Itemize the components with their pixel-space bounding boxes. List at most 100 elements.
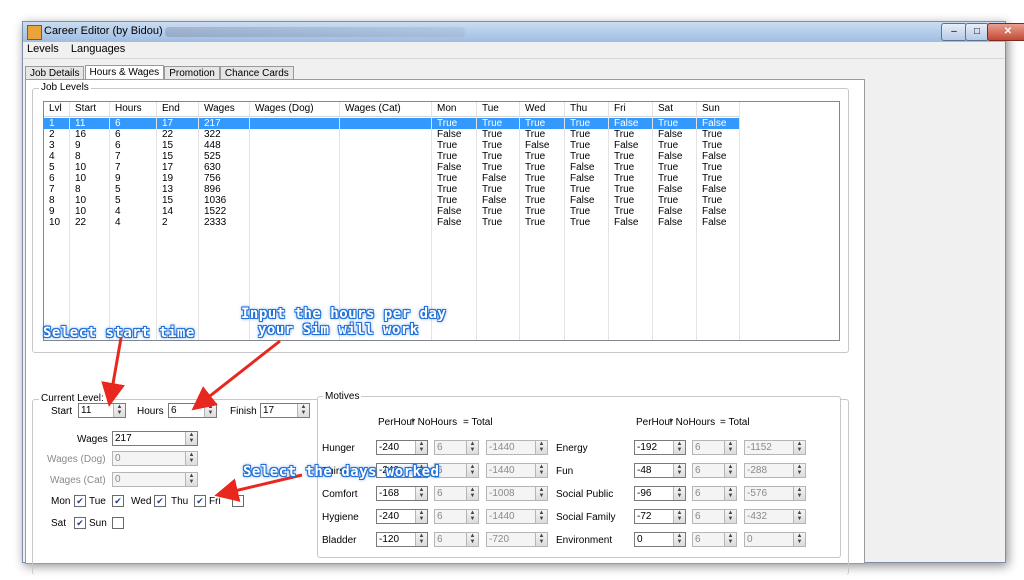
day-checkbox-fri[interactable] bbox=[232, 495, 244, 507]
grid-column-divider bbox=[476, 102, 477, 340]
day-checkbox-mon[interactable]: ✔ bbox=[74, 495, 86, 507]
spin-arrows-icon[interactable]: ▲ ▼ bbox=[673, 510, 685, 523]
table-row[interactable]: 4 8 7 15 525 True True True True True False False bbox=[44, 151, 740, 162]
table-cell bbox=[250, 217, 340, 228]
grid-header-fri[interactable]: Fri bbox=[609, 102, 653, 116]
grid-header-thu[interactable]: Thu bbox=[565, 102, 609, 116]
table-cell: False bbox=[432, 129, 477, 140]
table-cell: 4 bbox=[44, 151, 70, 162]
spin-arrows-icon: ▲ ▼ bbox=[793, 487, 805, 500]
start-spinner[interactable]: 11 ▲ ▼ bbox=[78, 403, 126, 418]
job-levels-legend: Job Levels bbox=[39, 82, 91, 93]
spin-arrows-icon[interactable]: ▲ ▼ bbox=[415, 487, 427, 500]
table-row[interactable]: 3 9 6 15 448 True True False True False True True bbox=[44, 140, 740, 151]
motive-perhour-spinner[interactable]: -96 ▲ ▼ bbox=[634, 486, 686, 501]
table-cell: True bbox=[477, 151, 520, 162]
menu-languages[interactable]: Languages bbox=[67, 42, 130, 55]
spin-arrows-icon[interactable]: ▲ ▼ bbox=[673, 487, 685, 500]
finish-spinner[interactable]: 17 ▲ ▼ bbox=[260, 403, 310, 418]
table-cell: 630 bbox=[199, 162, 250, 173]
grid-header-wages-cat-[interactable]: Wages (Cat) bbox=[340, 102, 432, 116]
close-button[interactable]: ✕ bbox=[987, 23, 1024, 41]
start-value: 11 bbox=[81, 405, 92, 416]
motive-perhour-spinner[interactable]: 0 ▲ ▼ bbox=[634, 532, 686, 547]
day-checkbox-tue[interactable]: ✔ bbox=[112, 495, 124, 507]
finish-label: Finish bbox=[230, 406, 257, 417]
motive-perhour-spinner[interactable]: -168 ▲ ▼ bbox=[376, 486, 428, 501]
table-cell: True bbox=[520, 162, 565, 173]
grid-header-wages-dog-[interactable]: Wages (Dog) bbox=[250, 102, 340, 116]
table-cell: 5 bbox=[44, 162, 70, 173]
motive-perhour-spinner[interactable]: -120 ▲ ▼ bbox=[376, 532, 428, 547]
table-cell: 10 bbox=[70, 162, 110, 173]
grid-header-wages[interactable]: Wages bbox=[199, 102, 250, 116]
table-row[interactable]: 5 10 7 17 630 False True True False True True True bbox=[44, 162, 740, 173]
grid-header-tue[interactable]: Tue bbox=[477, 102, 520, 116]
motive-perhour-spinner[interactable]: -240 ▲ ▼ bbox=[376, 440, 428, 455]
spin-arrows-icon: ▲ ▼ bbox=[793, 533, 805, 546]
grid-header-lvl[interactable]: Lvl bbox=[44, 102, 70, 116]
start-label: Start bbox=[51, 406, 73, 417]
start-spin-arrows-icon[interactable]: ▲ ▼ bbox=[113, 404, 125, 417]
grid-header-mon[interactable]: Mon bbox=[432, 102, 477, 116]
spin-arrows-icon[interactable]: ▲ ▼ bbox=[673, 533, 685, 546]
day-checkbox-sun[interactable] bbox=[112, 517, 124, 529]
table-cell: True bbox=[697, 129, 740, 140]
motive-total-spinner: -1440 ▲ ▼ bbox=[486, 463, 548, 478]
grid-header-wed[interactable]: Wed bbox=[520, 102, 565, 116]
hours-spinner[interactable]: 6 ▲ ▼ bbox=[168, 403, 217, 418]
table-row[interactable]: 6 10 9 19 756 True False True False True True True bbox=[44, 173, 740, 184]
motive-nohours-value: 6 bbox=[695, 534, 701, 545]
grid-header-row: Lvl Start Hours End Wages Wages (Dog) Wages (C… bbox=[44, 102, 740, 117]
job-levels-grid[interactable]: Lvl Start Hours End Wages Wages (Dog) Wages (C… bbox=[43, 101, 840, 341]
spin-arrows-icon[interactable]: ▲ ▼ bbox=[673, 441, 685, 454]
day-checkbox-thu[interactable]: ✔ bbox=[194, 495, 206, 507]
minimize-button[interactable]: – bbox=[941, 23, 967, 41]
spin-arrows-icon[interactable]: ▲ ▼ bbox=[415, 510, 427, 523]
grid-header-start[interactable]: Start bbox=[70, 102, 110, 116]
table-cell: 7 bbox=[110, 162, 157, 173]
table-cell: True bbox=[653, 173, 697, 184]
table-cell: 3 bbox=[44, 140, 70, 151]
motive-perhour-spinner[interactable]: -72 ▲ ▼ bbox=[634, 509, 686, 524]
spin-arrows-icon[interactable]: ▲ ▼ bbox=[673, 464, 685, 477]
table-cell: False bbox=[432, 162, 477, 173]
menu-levels[interactable]: Levels bbox=[23, 42, 64, 55]
motive-nohours-value: 6 bbox=[437, 511, 443, 522]
motive-perhour-value: -192 bbox=[637, 442, 658, 453]
table-row[interactable]: 10 22 4 2 2333 False True True True False False Fal… bbox=[44, 217, 740, 228]
spin-arrows-icon[interactable]: ▲ ▼ bbox=[415, 441, 427, 454]
table-cell: 10 bbox=[44, 217, 70, 228]
table-cell: True bbox=[697, 173, 740, 184]
maximize-button[interactable]: □ bbox=[965, 23, 989, 41]
grid-header-sat[interactable]: Sat bbox=[653, 102, 697, 116]
day-checkbox-sat[interactable]: ✔ bbox=[74, 517, 86, 529]
table-row[interactable]: 2 16 6 22 322 False True True True True False True bbox=[44, 129, 740, 140]
hours-spin-arrows-icon[interactable]: ▲ ▼ bbox=[204, 404, 216, 417]
wages-spin-arrows-icon[interactable]: ▲ ▼ bbox=[185, 432, 197, 445]
spin-arrows-icon[interactable]: ▲ ▼ bbox=[415, 533, 427, 546]
motive-perhour-spinner[interactable]: -48 ▲ ▼ bbox=[634, 463, 686, 478]
motive-perhour-spinner[interactable]: -240 ▲ ▼ bbox=[376, 509, 428, 524]
table-cell: True bbox=[477, 184, 520, 195]
motive-perhour-spinner[interactable]: -192 ▲ ▼ bbox=[634, 440, 686, 455]
grid-header-hours[interactable]: Hours bbox=[110, 102, 157, 116]
table-cell: True bbox=[520, 195, 565, 206]
grid-header-end[interactable]: End bbox=[157, 102, 199, 116]
motive-label-hunger: Hunger bbox=[322, 443, 355, 454]
day-checkbox-wed[interactable]: ✔ bbox=[154, 495, 166, 507]
resize-grip-icon[interactable] bbox=[993, 550, 1001, 558]
table-row[interactable]: 8 10 5 15 1036 True False True False True True True bbox=[44, 195, 740, 206]
table-row[interactable]: 1 11 6 17 217 True True True True False True False bbox=[44, 118, 740, 129]
table-cell bbox=[250, 173, 340, 184]
table-cell bbox=[340, 151, 432, 162]
finish-spin-arrows-icon[interactable]: ▲ ▼ bbox=[297, 404, 309, 417]
table-row[interactable]: 9 10 4 14 1522 False True True True True False Fals… bbox=[44, 206, 740, 217]
spin-arrows-icon: ▲ ▼ bbox=[793, 510, 805, 523]
motive-nohours-spinner: 6 ▲ ▼ bbox=[434, 440, 479, 455]
wages-spinner[interactable]: 217 ▲ ▼ bbox=[112, 431, 198, 446]
table-cell bbox=[340, 217, 432, 228]
title-bar[interactable]: Career Editor (by Bidou) – □ ✕ bbox=[23, 22, 1024, 42]
table-row[interactable]: 7 8 5 13 896 True True True True True False False bbox=[44, 184, 740, 195]
grid-header-sun[interactable]: Sun bbox=[697, 102, 740, 116]
